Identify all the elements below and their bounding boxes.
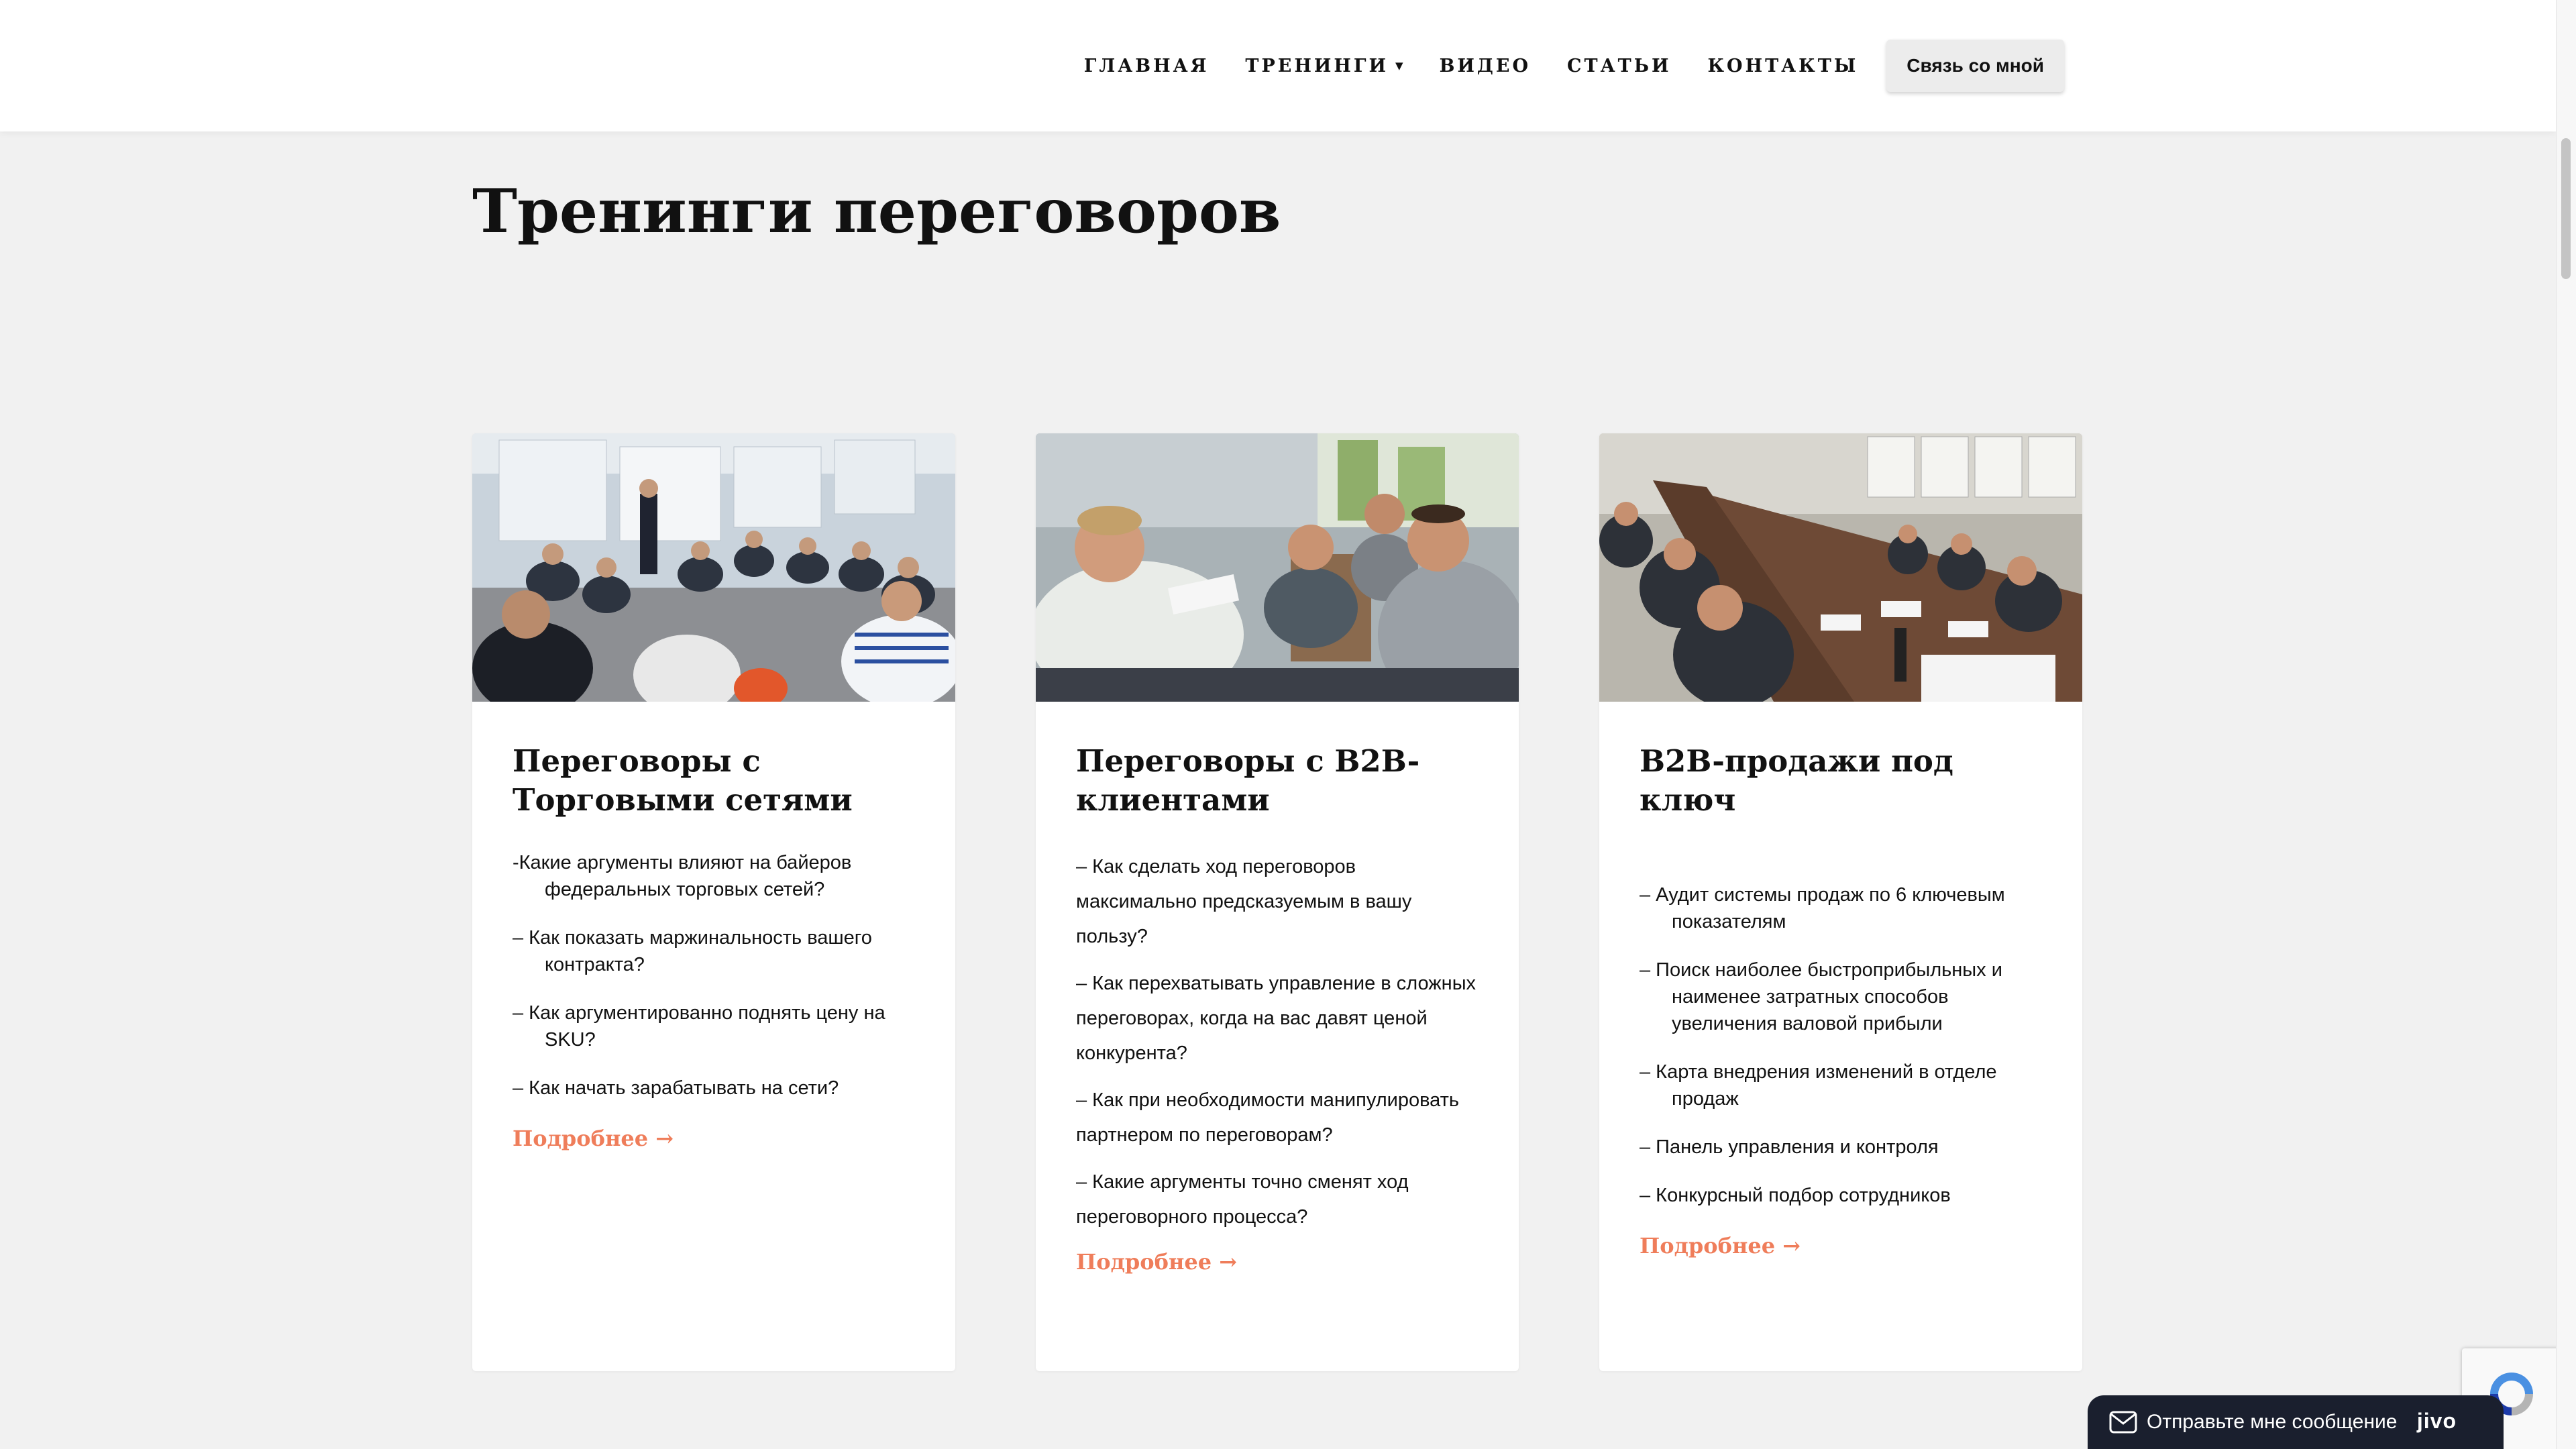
list-item: – Карта внедрения изменений в отделе про… [1640,1061,1997,1110]
more-link[interactable]: Подробнее → [513,1126,674,1151]
list-item: – Панель управления и контроля [1640,1136,1939,1158]
nav-item-articles[interactable]: СТАТЬИ [1567,56,1671,76]
more-link[interactable]: Подробнее → [1076,1249,1237,1275]
nav-item-home[interactable]: ГЛАВНАЯ [1084,56,1210,76]
card-bullet-list: – Как сделать ход переговоров максимальн… [1076,849,1479,1234]
chat-widget-bar[interactable]: Отправьте мне сообщение jivo [2088,1395,2504,1449]
main-nav: ГЛАВНАЯ ТРЕНИНГИ ▼ ВИДЕО СТАТЬИ КОНТАКТЫ… [1084,0,2064,131]
card-title: B2B-продажи под ключ [1640,743,1953,818]
card-body: B2B-продажи под ключ – Аудит системы про… [1599,702,2082,1258]
training-photo [1036,433,1519,702]
list-item: – Как начать зарабатывать на сети? [513,1077,839,1099]
mail-icon [2109,1411,2137,1434]
list-item: – Как перехватывать управление в сложных… [1076,973,1477,1064]
card-bullet-list: -Какие аргументы влияют на байеров федер… [513,849,915,1102]
list-item: – Как показать маржинальность вашего кон… [513,927,872,975]
list-item: – Как аргументированно поднять цену на S… [513,1002,885,1051]
page-scrollbar[interactable] [2556,0,2576,1449]
recaptcha-fineprint [2502,1414,2561,1434]
card-body: Переговоры с B2B-клиентами – Как сделать… [1036,702,1519,1275]
page-title: Тренинги переговоров [472,176,1281,247]
list-item: – Аудит системы продаж по 6 ключевым пок… [1640,884,2005,932]
nav-item-label: ГЛАВНАЯ [1083,55,1210,76]
caret-down-icon: ▼ [1395,60,1403,72]
card-title: Переговоры с Торговыми сетями [513,743,853,818]
nav-item-label: ВИДЕО [1439,55,1532,76]
list-item: – Какие аргументы точно сменят ход перег… [1076,1171,1409,1228]
card-title: Переговоры с B2B-клиентами [1076,743,1420,818]
training-photo [472,433,955,702]
training-card-b2b: Переговоры с B2B-клиентами – Как сделать… [1036,433,1519,1371]
nav-item-video[interactable]: ВИДЕО [1440,56,1531,76]
nav-item-label: КОНТАКТЫ [1707,55,1859,76]
contact-me-button[interactable]: Связь со мной [1886,40,2064,92]
list-item: – Как сделать ход переговоров максимальн… [1076,856,1412,947]
training-photo [1599,433,2082,702]
list-item: -Какие аргументы влияют на байеров федер… [513,852,852,900]
chat-widget-label: Отправьте мне сообщение [2147,1411,2398,1433]
nav-item-label: СТАТЬИ [1567,55,1672,76]
jivo-logo: jivo [2416,1409,2457,1433]
training-card-b2b-turnkey: B2B-продажи под ключ – Аудит системы про… [1599,433,2082,1371]
training-card-retail: Переговоры с Торговыми сетями -Какие арг… [472,433,955,1371]
scrollbar-thumb[interactable] [2561,138,2571,279]
site-header: ГЛАВНАЯ ТРЕНИНГИ ▼ ВИДЕО СТАТЬИ КОНТАКТЫ… [0,0,2556,131]
nav-item-contacts[interactable]: КОНТАКТЫ [1708,56,1859,76]
list-item: – Конкурсный подбор сотрудников [1640,1185,1951,1206]
more-link[interactable]: Подробнее → [1640,1233,1801,1258]
card-bullet-list: – Аудит системы продаж по 6 ключевым пок… [1640,881,2042,1209]
list-item: – Поиск наиболее быстроприбыльных и наим… [1640,959,2002,1034]
nav-item-trainings[interactable]: ТРЕНИНГИ ▼ [1245,56,1403,76]
list-item: – Как при необходимости манипулировать п… [1076,1089,1460,1146]
nav-item-label: ТРЕНИНГИ [1245,55,1389,76]
card-body: Переговоры с Торговыми сетями -Какие арг… [472,702,955,1151]
